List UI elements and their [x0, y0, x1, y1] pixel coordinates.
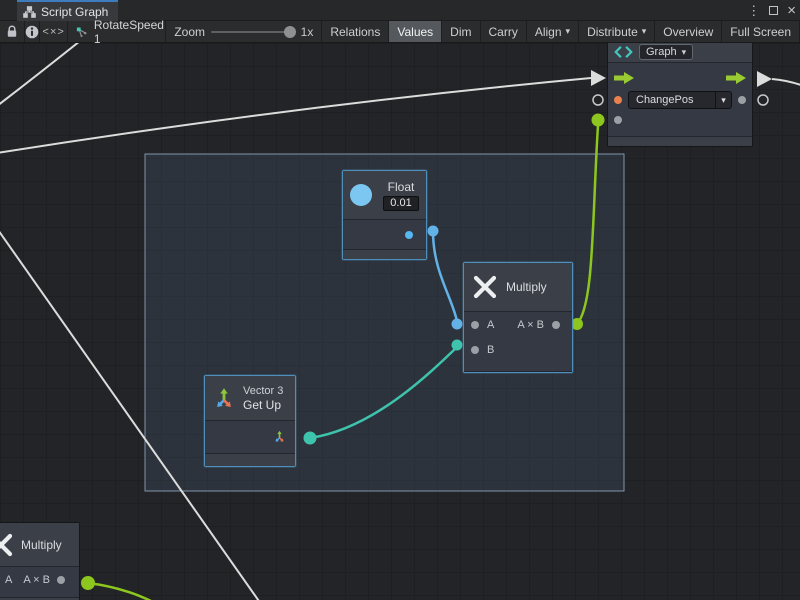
overview-button[interactable]: Overview [655, 21, 722, 42]
changepos-dropdown[interactable]: ChangePos ▾ [628, 91, 732, 109]
wire-endpoint [452, 319, 463, 330]
flow-arrowhead-right [757, 71, 772, 87]
info-icon [25, 25, 39, 39]
node-title: Float [388, 180, 415, 194]
node-footer [608, 136, 752, 146]
zoom-slider[interactable] [211, 31, 295, 33]
multiply2-output-wire[interactable] [88, 583, 153, 600]
script-graph-window: Script Graph ⋮ × <×> [0, 0, 800, 600]
code-graph-icon [614, 45, 633, 59]
flow-in-arrow-icon[interactable] [614, 72, 634, 84]
dim-button[interactable]: Dim [442, 21, 480, 42]
caret-down-icon: ▾ [566, 26, 571, 37]
vector3-output-row [205, 421, 295, 452]
zoom-control: Zoom 1x [166, 21, 322, 42]
multiply-x-icon [0, 532, 14, 558]
relations-button[interactable]: Relations [322, 21, 389, 42]
input-port-a[interactable] [471, 321, 479, 329]
multiply-x-icon [472, 274, 498, 300]
input-port[interactable] [614, 96, 622, 104]
node-title: Multiply [21, 538, 62, 552]
node-title: Get Up [243, 398, 283, 412]
breadcrumb-label: RotateSpeed 1 [94, 18, 165, 46]
align-button[interactable]: Align▾ [527, 21, 579, 42]
flow-wire-to-event[interactable] [0, 78, 591, 153]
node-float[interactable]: Float 0.01 [342, 170, 427, 260]
values-button[interactable]: Values [389, 21, 442, 42]
multiply2-row-a: A A × B [0, 567, 79, 592]
vector3-axes-icon [211, 385, 237, 411]
node-footer [343, 249, 426, 259]
wire-endpoint [304, 432, 317, 445]
node-type-label: Vector 3 [243, 385, 283, 397]
output-port[interactable] [405, 231, 413, 239]
event-flow-row [608, 67, 752, 89]
flow-wire-top-left[interactable] [0, 43, 85, 106]
event-extra-row [608, 111, 752, 129]
event-value-row: ChangePos ▾ [608, 89, 752, 111]
graph-reference-icon [76, 26, 88, 38]
node-multiply[interactable]: Multiply A A × B B [463, 262, 573, 373]
carry-button[interactable]: Carry [481, 21, 527, 42]
float-output-row [343, 220, 426, 249]
lock-button[interactable] [0, 21, 25, 42]
toolbar: <×> RotateSpeed 1 Zoom 1x Relations Valu… [0, 21, 800, 43]
empty-port-circle-right[interactable] [758, 95, 768, 105]
breadcrumb[interactable]: RotateSpeed 1 [68, 21, 166, 42]
edit-graph-button[interactable]: <×> [40, 21, 68, 42]
wire-endpoint [452, 340, 463, 351]
input-port[interactable] [614, 116, 622, 124]
flow-out-arrow-icon[interactable] [726, 72, 746, 84]
graph-canvas[interactable]: Graph ▾ ChangePos ▾ [0, 43, 800, 600]
vector3-output-port-icon[interactable] [272, 429, 287, 444]
zoom-label: Zoom [174, 25, 205, 39]
empty-port-circle-left[interactable] [593, 95, 603, 105]
flow-arrowhead-left [591, 70, 606, 86]
flow-wire-from-event[interactable] [772, 79, 800, 87]
script-graph-icon [23, 6, 36, 18]
distribute-button[interactable]: Distribute▾ [579, 21, 655, 42]
toolbar-buttons: Relations Values Dim Carry Align▾ Distri… [322, 21, 800, 42]
output-port[interactable] [57, 576, 65, 584]
info-button[interactable] [25, 21, 40, 42]
node-title: Multiply [506, 280, 547, 294]
fullscreen-button[interactable]: Full Screen [722, 21, 800, 42]
window-controls: ⋮ × [747, 0, 796, 21]
tab-title: Script Graph [41, 5, 108, 19]
zoom-value: 1x [301, 25, 314, 39]
output-port[interactable] [552, 321, 560, 329]
node-vector3-getup[interactable]: Vector 3 Get Up [204, 375, 296, 467]
code-brackets-icon: <×> [43, 26, 65, 38]
caret-down-icon: ▾ [682, 47, 687, 58]
wire-endpoint [592, 114, 605, 127]
zoom-slider-handle[interactable] [284, 26, 296, 38]
node-event-graph[interactable]: Graph ▾ ChangePos ▾ [607, 43, 753, 147]
node-footer [205, 453, 295, 466]
node-footer [464, 371, 572, 372]
lock-icon [6, 25, 18, 38]
caret-down-icon: ▾ [715, 92, 731, 108]
maximize-icon[interactable] [769, 6, 778, 15]
wire-endpoint [428, 226, 439, 237]
wire-endpoint [81, 576, 95, 590]
multiply-row-a: A A × B [464, 312, 572, 337]
input-port-b[interactable] [471, 346, 479, 354]
node-multiply-2[interactable]: Multiply A A × B [0, 522, 80, 600]
window-menu-icon[interactable]: ⋮ [747, 4, 760, 17]
graph-dropdown[interactable]: Graph ▾ [639, 44, 693, 60]
multiply-row-b: B [464, 337, 572, 362]
output-port[interactable] [738, 96, 746, 104]
float-value-input[interactable]: 0.01 [383, 196, 419, 211]
caret-down-icon: ▾ [642, 26, 647, 37]
close-icon[interactable]: × [787, 3, 796, 18]
float-type-icon [350, 184, 372, 206]
